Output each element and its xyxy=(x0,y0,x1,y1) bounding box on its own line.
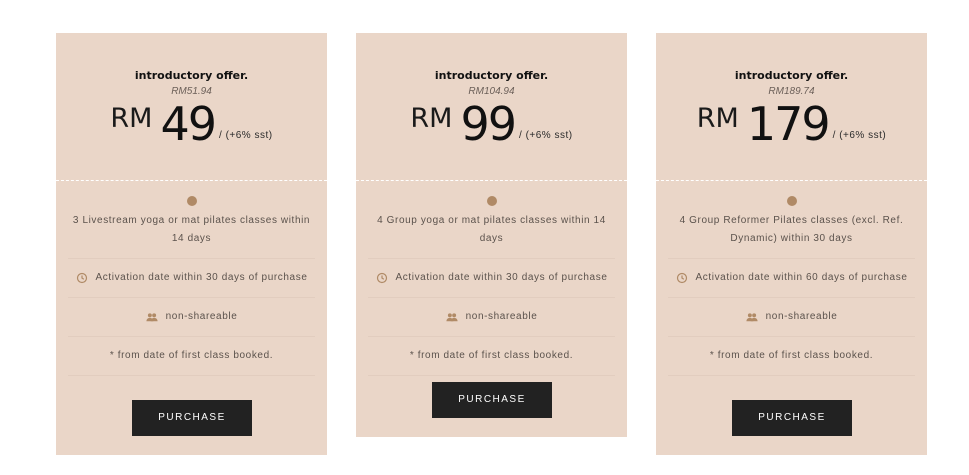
dashed-divider xyxy=(56,180,327,181)
purchase-button[interactable]: PURCHASE xyxy=(132,400,252,436)
feature-share: non-shareable xyxy=(368,308,615,337)
price: RM 179 / (+6% sst) xyxy=(656,99,927,149)
price-amount: 99 xyxy=(460,97,517,151)
tax-note: / (+6% sst) xyxy=(832,130,887,141)
clock-icon xyxy=(376,272,387,284)
purchase-button[interactable]: PURCHASE xyxy=(732,400,852,436)
feature-share-text: non-shareable xyxy=(765,311,838,322)
pricing-card-3: introductory offer. RM189.74 RM 179 / (+… xyxy=(656,33,927,455)
feature-activation: Activation date within 60 days of purcha… xyxy=(668,269,915,298)
offer-label: introductory offer. xyxy=(134,69,249,82)
dot-icon xyxy=(186,196,197,206)
feature-note: * from date of first class booked. xyxy=(68,347,315,376)
original-price: RM189.74 xyxy=(768,86,815,97)
currency: RM xyxy=(696,103,739,134)
dashed-divider xyxy=(356,180,627,181)
currency: RM xyxy=(110,103,153,134)
offer-label: introductory offer. xyxy=(434,69,549,82)
feature-classes: 4 Group yoga or mat pilates classes with… xyxy=(368,212,615,259)
price-amount: 179 xyxy=(746,97,831,151)
price-amount: 49 xyxy=(160,97,217,151)
pricing-card-1: introductory offer. RM51.94 RM 49 / (+6%… xyxy=(56,33,327,455)
feature-list: 4 Group yoga or mat pilates classes with… xyxy=(368,196,615,386)
purchase-button[interactable]: PURCHASE xyxy=(432,382,552,418)
feature-share: non-shareable xyxy=(668,308,915,337)
feature-activation-text: Activation date within 60 days of purcha… xyxy=(695,272,908,283)
original-price: RM51.94 xyxy=(171,86,212,97)
feature-classes: 4 Group Reformer Pilates classes (excl. … xyxy=(668,212,915,259)
dot-icon xyxy=(786,196,797,206)
users-icon xyxy=(146,313,158,322)
feature-share-text: non-shareable xyxy=(465,311,538,322)
feature-activation: Activation date within 30 days of purcha… xyxy=(368,269,615,298)
users-icon xyxy=(446,313,458,322)
feature-share: non-shareable xyxy=(68,308,315,337)
feature-classes: 3 Livestream yoga or mat pilates classes… xyxy=(68,212,315,259)
dot-icon xyxy=(486,196,497,206)
feature-list: 4 Group Reformer Pilates classes (excl. … xyxy=(668,196,915,386)
currency: RM xyxy=(410,103,453,134)
pricing-card-2: introductory offer. RM104.94 RM 99 / (+6… xyxy=(356,33,627,437)
offer-label: introductory offer. xyxy=(734,69,849,82)
feature-note: * from date of first class booked. xyxy=(368,347,615,376)
feature-activation-text: Activation date within 30 days of purcha… xyxy=(395,272,608,283)
dashed-divider xyxy=(656,180,927,181)
feature-share-text: non-shareable xyxy=(165,311,238,322)
price: RM 49 / (+6% sst) xyxy=(56,99,327,149)
users-icon xyxy=(746,313,758,322)
feature-activation: Activation date within 30 days of purcha… xyxy=(68,269,315,298)
feature-note: * from date of first class booked. xyxy=(668,347,915,376)
price: RM 99 / (+6% sst) xyxy=(356,99,627,149)
feature-activation-text: Activation date within 30 days of purcha… xyxy=(95,272,308,283)
clock-icon xyxy=(676,272,687,284)
clock-icon xyxy=(76,272,87,284)
original-price: RM104.94 xyxy=(468,86,515,97)
tax-note: / (+6% sst) xyxy=(219,130,273,141)
tax-note: / (+6% sst) xyxy=(519,130,573,141)
feature-list: 3 Livestream yoga or mat pilates classes… xyxy=(68,196,315,386)
